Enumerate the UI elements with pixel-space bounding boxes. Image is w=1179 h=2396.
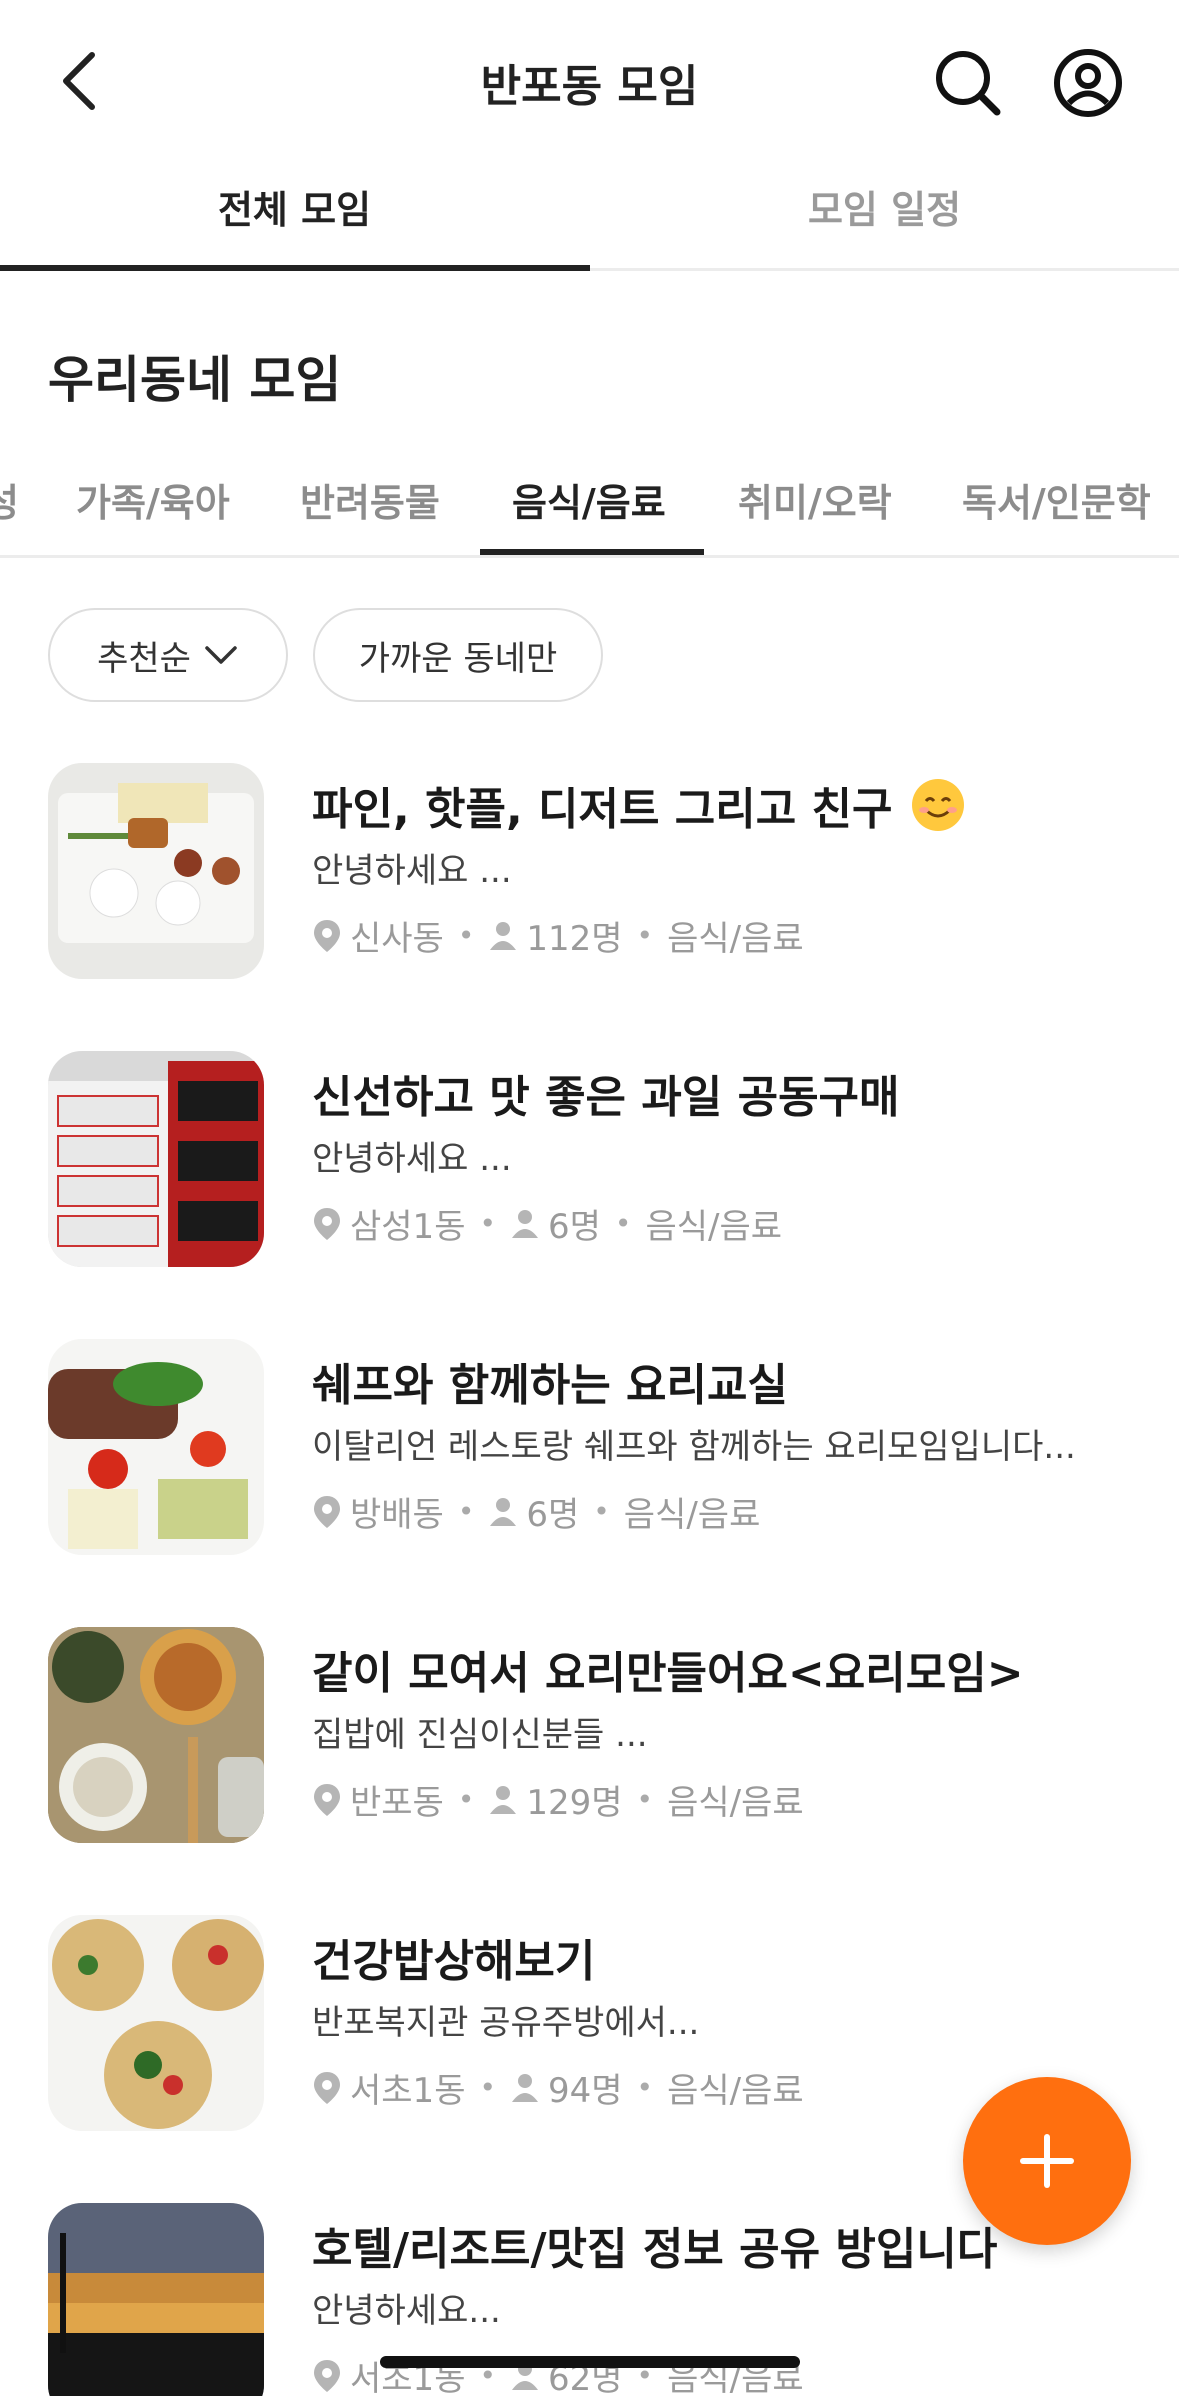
- meetup-category: 음식/음료: [667, 2071, 804, 2111]
- user-circle-icon: [1054, 49, 1122, 117]
- meetup-category: 음식/음료: [667, 919, 804, 959]
- meetup-members: 112명: [526, 919, 623, 959]
- meetup-thumbnail: [48, 1051, 264, 1267]
- search-icon: [936, 51, 1001, 116]
- tab-all-meetups[interactable]: 전체 모임: [0, 165, 589, 271]
- meetup-thumbnail: [48, 1627, 264, 1843]
- meetup-category: 음식/음료: [645, 1207, 783, 1247]
- meetup-title: 건강밥상해보기: [312, 1936, 596, 1987]
- meetup-title: 쉐프와 함께하는 요리교실: [312, 1360, 788, 1411]
- meetup-description: 반포복지관 공유주방에서...: [312, 2003, 700, 2043]
- category-tab-partial[interactable]: 성: [0, 472, 19, 527]
- list-item[interactable]: 쉐프와 함께하는 요리교실 이탈리언 레스토랑 쉐프와 함께하는 요리모임입니다…: [0, 1339, 1179, 1599]
- meetup-location: 방배동: [350, 1495, 444, 1535]
- person-icon: [510, 1208, 540, 1240]
- meetup-thumbnail: [48, 763, 264, 979]
- meetup-title: 신선하고 맛 좋은 과일 공동구매: [312, 1072, 900, 1123]
- person-icon: [488, 920, 518, 952]
- separator: •: [457, 1783, 475, 1816]
- category-tab-reading[interactable]: 독서/인문학: [962, 472, 1151, 527]
- chevron-down-icon: [205, 646, 237, 664]
- meetup-category: 음식/음료: [623, 1495, 761, 1535]
- profile-button[interactable]: [1050, 45, 1126, 121]
- separator: •: [457, 919, 475, 952]
- meetup-title: 같이 모여서 요리만들어요<요리모임>: [312, 1648, 1024, 1699]
- location-pin-icon: [312, 1206, 342, 1242]
- meetup-location: 서초1동: [350, 2071, 466, 2111]
- plus-icon: [1020, 2134, 1074, 2188]
- meetup-members: 6명: [548, 1207, 601, 1247]
- create-meetup-button[interactable]: [963, 2077, 1131, 2245]
- home-indicator: [380, 2356, 800, 2368]
- category-active-indicator: [480, 549, 704, 555]
- separator: •: [614, 1207, 632, 1240]
- meetup-thumbnail: [48, 2203, 264, 2396]
- list-item[interactable]: 같이 모여서 요리만들어요<요리모임> 집밥에 진심이신분들 ... 반포동 •…: [0, 1627, 1179, 1887]
- meetup-description: 안녕하세요 ...: [312, 851, 512, 891]
- category-tab-hobby[interactable]: 취미/오락: [738, 472, 892, 527]
- category-tab-pets[interactable]: 반려동물: [300, 472, 440, 527]
- top-tabs: 전체 모임 모임 일정: [0, 165, 1179, 271]
- meetup-thumbnail: [48, 1339, 264, 1555]
- meetup-description: 안녕하세요...: [312, 2291, 501, 2331]
- separator: •: [479, 2071, 496, 2104]
- tab-meetup-schedule[interactable]: 모임 일정: [590, 165, 1179, 271]
- location-pin-icon: [312, 2358, 342, 2394]
- search-button[interactable]: [930, 45, 1006, 121]
- meetup-location: 반포동: [350, 1783, 444, 1823]
- separator: •: [636, 919, 654, 952]
- meetup-members: 94명: [548, 2071, 623, 2111]
- nearby-filter-chip[interactable]: 가까운 동네만: [313, 608, 603, 702]
- separator: •: [479, 1207, 496, 1240]
- meetup-description: 집밥에 진심이신분들 ...: [312, 1715, 648, 1755]
- meetup-members: 6명: [526, 1495, 580, 1535]
- category-tab-family[interactable]: 가족/육아: [76, 472, 230, 527]
- meetup-meta: 반포동 • 129명 • 음식/음료: [312, 1775, 804, 1824]
- separator: •: [636, 1783, 654, 1816]
- separator: •: [593, 1495, 610, 1528]
- meetup-location: 신사동: [350, 919, 444, 959]
- person-icon: [510, 2072, 540, 2104]
- sort-label: 추천순: [97, 638, 191, 679]
- meetup-title: 호텔/리조트/맛집 정보 공유 방입니다: [312, 2224, 998, 2275]
- smile-emoji-icon: [912, 779, 965, 831]
- meetup-location: 삼성1동: [350, 1207, 466, 1247]
- active-tab-indicator: [0, 265, 590, 271]
- person-icon: [488, 1784, 518, 1816]
- list-item[interactable]: 파인, 핫플, 디저트 그리고 친구 안녕하세요 ... 신사동 • 112명 …: [0, 763, 1179, 1023]
- screen: 반포동 모임 전체 모임 모임 일정 우리동네 모임 성 가족/육아 반려동물 …: [0, 0, 1179, 2396]
- section-title: 우리동네 모임: [48, 351, 342, 409]
- meetup-meta: 서초1동 • 94명 • 음식/음료: [312, 2063, 804, 2112]
- meetup-description: 안녕하세요 ...: [312, 1139, 512, 1179]
- app-header: 반포동 모임: [0, 0, 1179, 165]
- person-icon: [488, 1496, 518, 1528]
- meetup-title-text: 파인, 핫플, 디저트 그리고 친구: [312, 784, 893, 835]
- category-tab-food[interactable]: 음식/음료: [512, 472, 666, 527]
- list-item[interactable]: 신선하고 맛 좋은 과일 공동구매 안녕하세요 ... 삼성1동 • 6명 • …: [0, 1051, 1179, 1311]
- meetup-meta: 삼성1동 • 6명 • 음식/음료: [312, 1199, 782, 1248]
- meetup-meta: 신사동 • 112명 • 음식/음료: [312, 911, 804, 960]
- meetup-thumbnail: [48, 1915, 264, 2131]
- location-pin-icon: [312, 918, 342, 954]
- meetup-category: 음식/음료: [667, 1783, 804, 1823]
- nearby-label: 가까운 동네만: [358, 638, 558, 679]
- location-pin-icon: [312, 2070, 342, 2106]
- sort-dropdown[interactable]: 추천순: [48, 608, 288, 702]
- meetup-members: 129명: [526, 1783, 623, 1823]
- meetup-description: 이탈리언 레스토랑 쉐프와 함께하는 요리모임입니다...: [312, 1427, 1076, 1467]
- meetup-title: 파인, 핫플, 디저트 그리고 친구: [312, 773, 966, 837]
- location-pin-icon: [312, 1494, 342, 1530]
- separator: •: [636, 2071, 654, 2104]
- category-tabs: 성 가족/육아 반려동물 음식/음료 취미/오락 독서/인문학: [0, 448, 1179, 558]
- meetup-meta: 방배동 • 6명 • 음식/음료: [312, 1487, 760, 1536]
- separator: •: [457, 1495, 475, 1528]
- location-pin-icon: [312, 1782, 342, 1818]
